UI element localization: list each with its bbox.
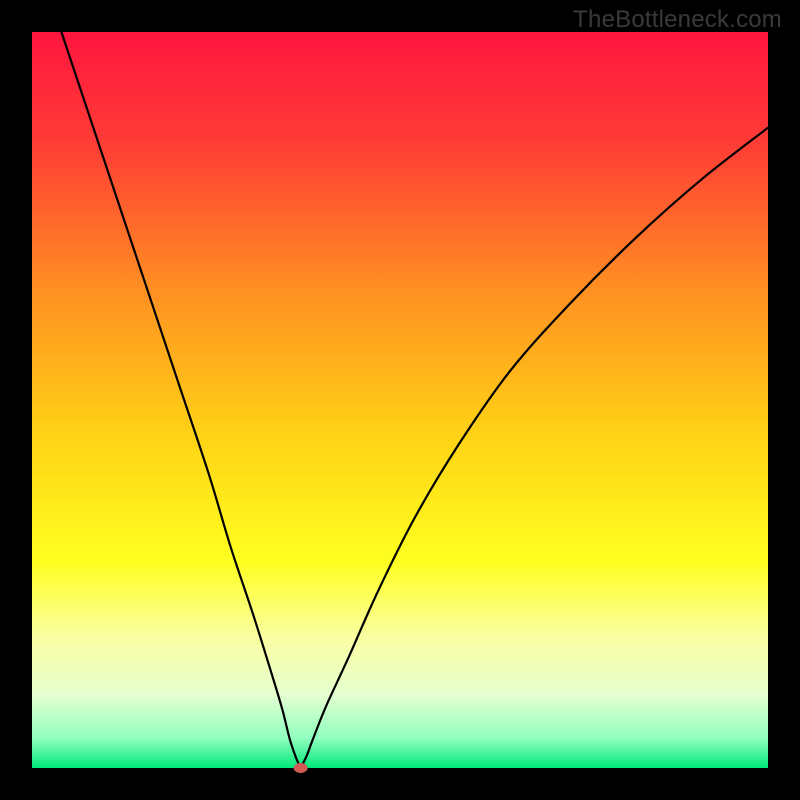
min-marker: [294, 763, 308, 773]
bottleneck-chart: [0, 0, 800, 800]
watermark-text: TheBottleneck.com: [573, 6, 782, 34]
plot-area: [32, 32, 768, 768]
chart-frame: TheBottleneck.com: [0, 0, 800, 800]
